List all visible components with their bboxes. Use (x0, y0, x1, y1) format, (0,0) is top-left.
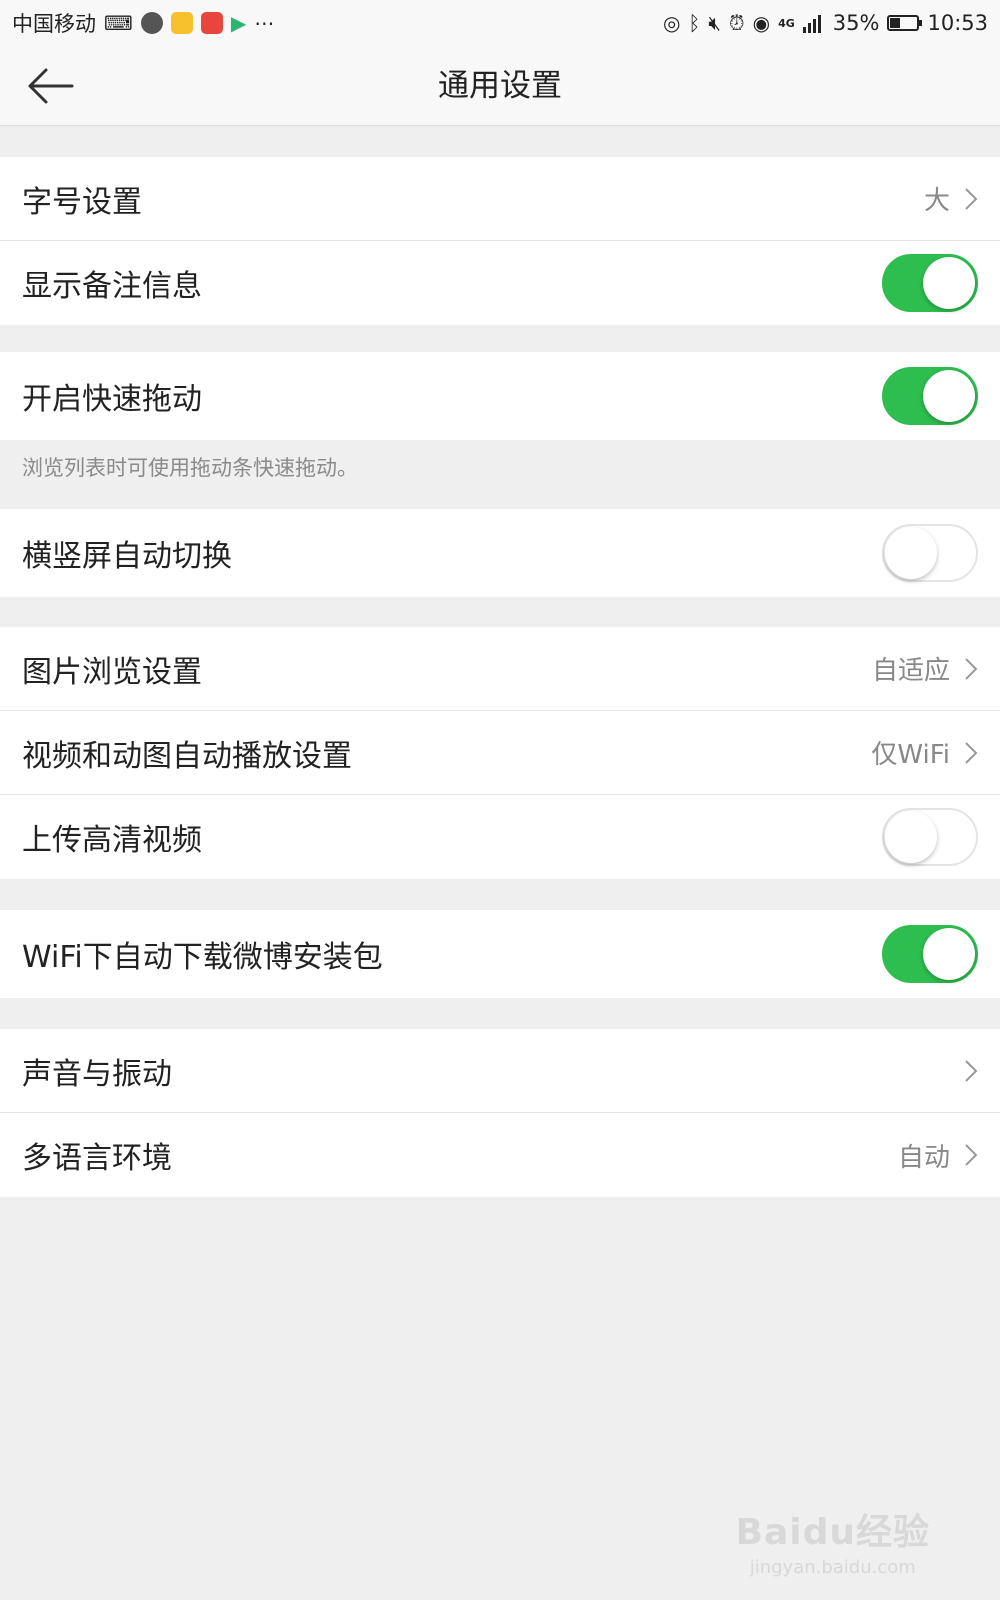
toggle-knob (923, 370, 975, 422)
show-remarks-label: 显示备注信息 (22, 269, 202, 304)
alarm-icon: ⏰︎ (729, 11, 745, 35)
toggle-knob (885, 811, 937, 863)
show-remarks-row: 显示备注信息 (0, 241, 1000, 325)
page-title: 通用设置 (438, 68, 562, 104)
chevron-right-icon (965, 1059, 978, 1082)
clock: 10:53 (927, 11, 988, 35)
more-notifications-icon: ⋯ (254, 11, 275, 35)
wifi-download-label: WiFi下自动下载微博安装包 (22, 940, 383, 975)
battery-icon (887, 15, 923, 31)
settings-screen: 中国移动 ⌨ ▶ ⋯ ◎ ᛒ 🔇︎ ⏰︎ ◉ 4G 35% 10:53 通用设置… (0, 0, 1000, 1600)
wifi-download-toggle[interactable] (882, 925, 978, 983)
app-store-icon (200, 12, 223, 34)
hd-upload-toggle[interactable] (882, 808, 978, 866)
mute-icon: 🔇︎ (708, 11, 722, 35)
font-size-value: 大 (923, 186, 950, 216)
sound-vibration-label: 声音与振动 (22, 1056, 172, 1092)
weibo-icon (170, 12, 193, 34)
signal-icon (802, 15, 821, 33)
network-type: 4G (778, 16, 795, 30)
language-label: 多语言环境 (22, 1141, 172, 1176)
battery-percent: 35% (832, 11, 880, 35)
font-size-row[interactable]: 字号设置 大 (0, 157, 1000, 241)
settings-group-drag: 开启快速拖动 (0, 352, 1000, 440)
settings-group-display: 字号设置 大 显示备注信息 (0, 157, 1000, 325)
hd-upload-label: 上传高清视频 (22, 823, 202, 858)
play-icon: ▶ (230, 11, 247, 35)
image-browse-value: 自适应 (871, 656, 950, 686)
chevron-right-icon (965, 741, 978, 764)
settings-group-download: WiFi下自动下载微博安装包 (0, 910, 1000, 998)
chevron-right-icon (965, 1144, 978, 1166)
quick-drag-hint: 浏览列表时可使用拖动条快速拖动。 (22, 456, 358, 480)
language-value: 自动 (897, 1142, 950, 1173)
quick-drag-label: 开启快速拖动 (22, 382, 202, 417)
chevron-right-icon (965, 657, 978, 680)
carrier-label: 中国移动 (12, 12, 96, 36)
language-row[interactable]: 多语言环境 自动 (0, 1113, 1000, 1197)
wifi-download-row: WiFi下自动下载微博安装包 (0, 910, 1000, 998)
image-browse-label: 图片浏览设置 (22, 654, 202, 690)
video-autoplay-label: 视频和动图自动播放设置 (22, 738, 352, 774)
settings-group-misc: 声音与振动 多语言环境 自动 (0, 1029, 1000, 1197)
text-input-icon: ⌨ (104, 11, 133, 35)
settings-group-media: 图片浏览设置 自适应 视频和动图自动播放设置 仅WiFi 上传高清视频 (0, 627, 1000, 879)
video-autoplay-row[interactable]: 视频和动图自动播放设置 仅WiFi (0, 711, 1000, 795)
sound-vibration-row[interactable]: 声音与振动 (0, 1029, 1000, 1113)
quick-drag-row: 开启快速拖动 (0, 352, 1000, 440)
quick-drag-toggle[interactable] (882, 367, 978, 425)
image-browse-row[interactable]: 图片浏览设置 自适应 (0, 627, 1000, 711)
watermark-url: jingyan.baidu.com (749, 1557, 916, 1578)
auto-rotate-label: 横竖屏自动切换 (22, 539, 232, 574)
hotspot-icon: ◎ (662, 11, 681, 35)
auto-rotate-toggle[interactable] (882, 524, 978, 582)
toggle-knob (885, 527, 937, 579)
toggle-knob (923, 928, 975, 980)
chevron-right-icon (965, 187, 978, 210)
auto-rotate-row: 横竖屏自动切换 (0, 509, 1000, 597)
baidu-watermark: Baidu经验 jingyan.baidu.com (736, 1503, 930, 1578)
settings-group-rotate: 横竖屏自动切换 (0, 509, 1000, 597)
eye-comfort-icon: ◉ (752, 11, 771, 35)
watermark-brand: Baidu经验 (735, 1512, 930, 1553)
bluetooth-icon: ᛒ (688, 11, 701, 35)
font-size-label: 字号设置 (22, 184, 142, 220)
video-autoplay-value: 仅WiFi (871, 740, 950, 770)
app-notification-icon (140, 12, 163, 34)
show-remarks-toggle[interactable] (882, 254, 978, 312)
toggle-knob (923, 257, 975, 309)
nav-bar: 通用设置 (0, 46, 1000, 126)
status-bar: 中国移动 ⌨ ▶ ⋯ ◎ ᛒ 🔇︎ ⏰︎ ◉ 4G 35% 10:53 (0, 0, 1000, 46)
hd-upload-row: 上传高清视频 (0, 795, 1000, 879)
